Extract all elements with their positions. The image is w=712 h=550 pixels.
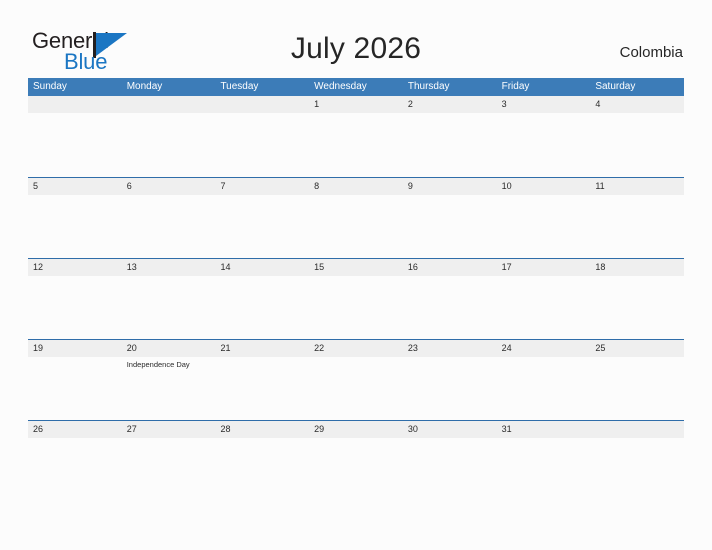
day-number: 9 bbox=[407, 181, 413, 191]
day-number: 6 bbox=[126, 181, 132, 191]
day-number: 22 bbox=[314, 343, 325, 353]
day-cell[interactable]: 16 bbox=[403, 259, 497, 340]
day-cell[interactable]: 7 bbox=[215, 178, 309, 259]
day-number: 3 bbox=[501, 99, 507, 109]
day-cell[interactable]: 21 bbox=[215, 340, 309, 421]
day-number: 16 bbox=[407, 262, 418, 272]
day-cell[interactable]: 15 bbox=[309, 259, 403, 340]
day-cell[interactable]: 26 bbox=[28, 421, 122, 502]
day-cell[interactable]: 2 bbox=[403, 96, 497, 177]
week-cells: 26 27 28 29 30 31 bbox=[28, 421, 684, 502]
week-cells: 1 2 3 4 bbox=[28, 96, 684, 177]
day-number: 11 bbox=[595, 181, 605, 191]
weekday-header-thursday: Thursday bbox=[407, 81, 450, 92]
day-number: 7 bbox=[220, 181, 226, 191]
country-label: Colombia bbox=[619, 44, 683, 61]
day-number: 28 bbox=[220, 424, 231, 434]
day-cell[interactable]: 20 Independence Day bbox=[122, 340, 216, 421]
calendar-week-row: 19 20 Independence Day 21 22 23 24 25 bbox=[28, 339, 684, 420]
day-cell[interactable]: 22 bbox=[309, 340, 403, 421]
day-cell[interactable]: 4 bbox=[590, 96, 684, 177]
calendar-week-row: 5 6 7 8 9 10 11 bbox=[28, 177, 684, 258]
day-cell[interactable]: 18 bbox=[590, 259, 684, 340]
day-cell[interactable]: 24 bbox=[497, 340, 591, 421]
weekday-header-monday: Monday bbox=[126, 81, 163, 92]
calendar-week-row: 26 27 28 29 30 31 bbox=[28, 420, 684, 501]
page-title: July 2026 bbox=[290, 32, 422, 65]
day-number: 25 bbox=[595, 343, 606, 353]
day-number bbox=[127, 96, 216, 113]
calendar-grid: Sunday Monday Tuesday Wednesday Thursday… bbox=[28, 78, 684, 501]
day-events: Independence Day bbox=[127, 357, 216, 370]
day-cell[interactable]: 1 bbox=[309, 96, 403, 177]
weekday-header-sunday: Sunday bbox=[33, 81, 67, 92]
day-number: 31 bbox=[501, 424, 512, 434]
day-cell-empty bbox=[28, 96, 122, 177]
day-number: 8 bbox=[314, 181, 320, 191]
day-cell[interactable]: 27 bbox=[122, 421, 216, 502]
day-number: 24 bbox=[501, 343, 512, 353]
day-cell[interactable]: 11 bbox=[590, 178, 684, 259]
day-number: 30 bbox=[407, 424, 418, 434]
day-cell[interactable]: 6 bbox=[122, 178, 216, 259]
week-cells: 12 13 14 15 16 17 18 bbox=[28, 259, 684, 340]
day-number: 2 bbox=[407, 99, 413, 109]
day-number: 17 bbox=[501, 262, 512, 272]
page-header: General Blue July 2026 Colombia bbox=[0, 0, 712, 78]
day-cell[interactable]: 29 bbox=[309, 421, 403, 502]
day-number: 10 bbox=[501, 181, 512, 191]
day-cell[interactable]: 3 bbox=[497, 96, 591, 177]
day-cell[interactable]: 12 bbox=[28, 259, 122, 340]
day-cell[interactable]: 17 bbox=[497, 259, 591, 340]
day-cell[interactable]: 5 bbox=[28, 178, 122, 259]
day-cell-empty bbox=[122, 96, 216, 177]
day-cell[interactable]: 19 bbox=[28, 340, 122, 421]
weekday-header-saturday: Saturday bbox=[595, 81, 636, 92]
day-number: 18 bbox=[595, 262, 606, 272]
weekday-header-friday: Friday bbox=[501, 81, 530, 92]
day-cell[interactable]: 9 bbox=[403, 178, 497, 259]
day-number bbox=[220, 96, 309, 113]
day-number bbox=[595, 421, 684, 438]
day-cell-empty bbox=[215, 96, 309, 177]
day-number: 15 bbox=[314, 262, 325, 272]
day-cell[interactable]: 10 bbox=[497, 178, 591, 259]
day-number: 29 bbox=[314, 424, 325, 434]
day-cell[interactable]: 13 bbox=[122, 259, 216, 340]
day-cell[interactable]: 14 bbox=[215, 259, 309, 340]
weekday-header-tuesday: Tuesday bbox=[220, 81, 259, 92]
holiday-label: Independence Day bbox=[126, 360, 190, 369]
day-number: 26 bbox=[33, 424, 44, 434]
week-cells: 19 20 Independence Day 21 22 23 24 25 bbox=[28, 340, 684, 421]
day-cell[interactable]: 30 bbox=[403, 421, 497, 502]
day-number: 23 bbox=[407, 343, 418, 353]
day-number: 19 bbox=[33, 343, 44, 353]
day-number: 4 bbox=[595, 99, 601, 109]
day-number: 1 bbox=[314, 99, 320, 109]
day-number: 21 bbox=[220, 343, 231, 353]
day-number: 5 bbox=[33, 181, 39, 191]
day-number: 20 bbox=[126, 343, 137, 353]
day-number: 14 bbox=[220, 262, 231, 272]
weekday-header-wednesday: Wednesday bbox=[314, 81, 367, 92]
day-cell[interactable]: 23 bbox=[403, 340, 497, 421]
day-cell-empty bbox=[590, 421, 684, 502]
weekday-header-row: Sunday Monday Tuesday Wednesday Thursday… bbox=[28, 78, 684, 96]
calendar-week-row: 1 2 3 4 bbox=[28, 96, 684, 177]
day-number bbox=[33, 96, 122, 113]
calendar-week-row: 12 13 14 15 16 17 18 bbox=[28, 258, 684, 339]
day-cell[interactable]: 28 bbox=[215, 421, 309, 502]
day-cell[interactable]: 8 bbox=[309, 178, 403, 259]
day-number: 12 bbox=[33, 262, 44, 272]
day-number: 27 bbox=[126, 424, 137, 434]
calendar-weeks: 1 2 3 4 5 6 7 8 9 10 11 12 13 14 15 16 17 18 19 20 Independe… bbox=[28, 96, 684, 501]
week-cells: 5 6 7 8 9 10 11 bbox=[28, 178, 684, 259]
day-number: 13 bbox=[126, 262, 137, 272]
day-cell[interactable]: 31 bbox=[497, 421, 591, 502]
day-cell[interactable]: 25 bbox=[590, 340, 684, 421]
